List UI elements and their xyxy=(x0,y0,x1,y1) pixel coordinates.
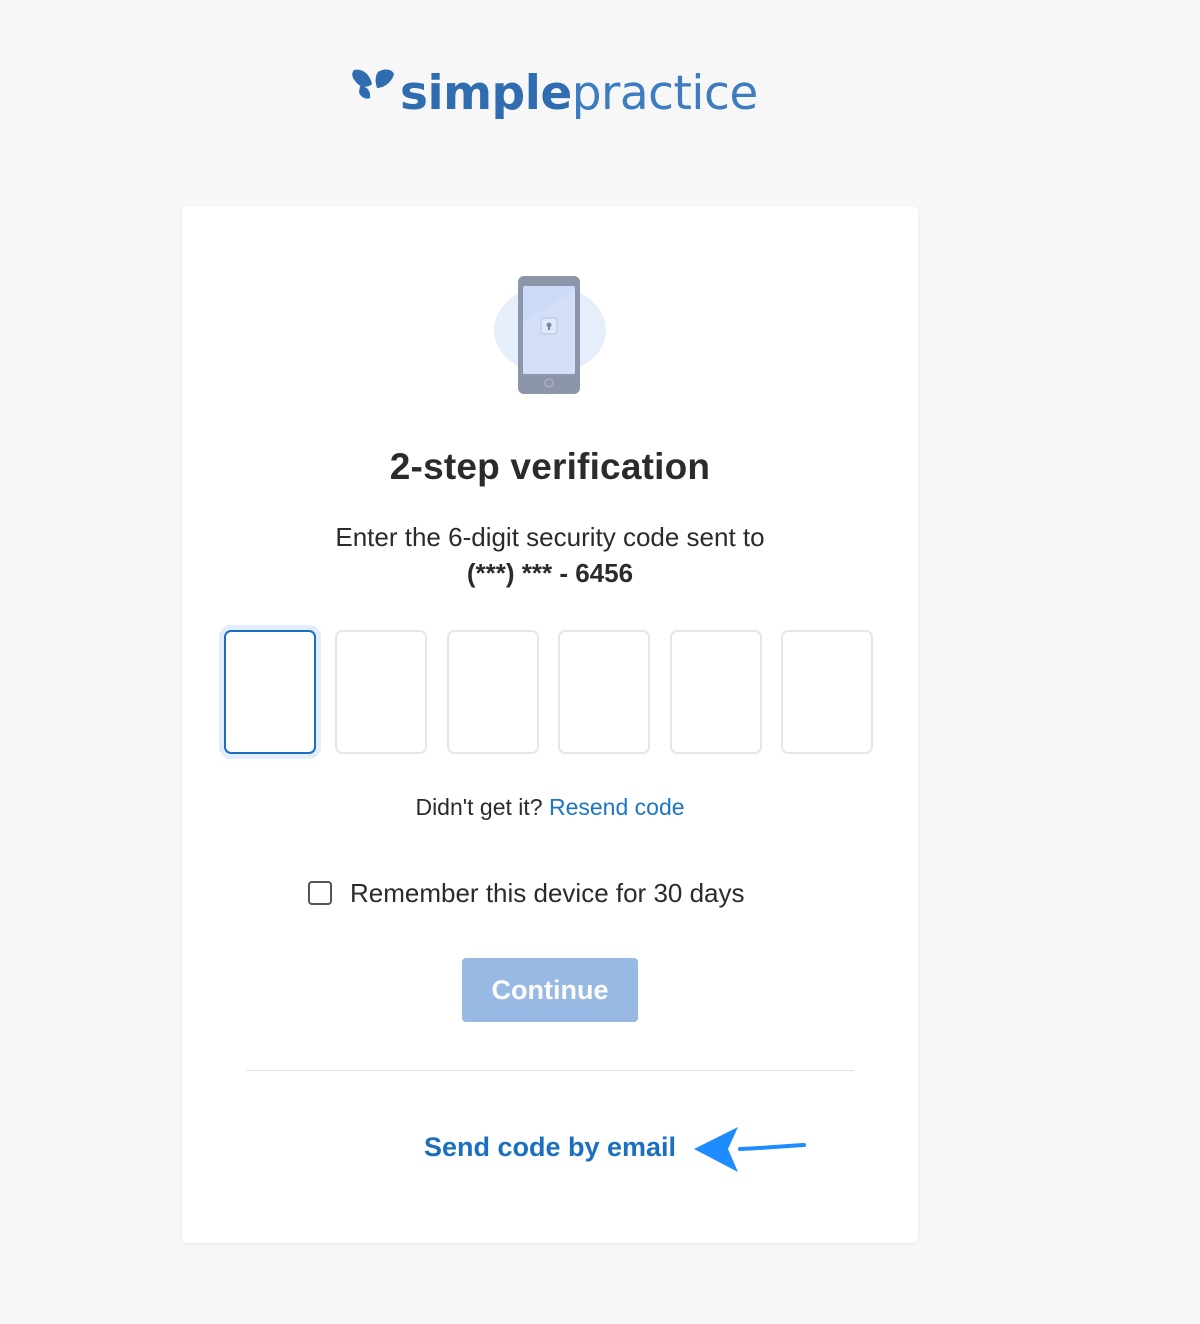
code-input-row xyxy=(218,624,888,764)
code-digit-1[interactable] xyxy=(224,630,316,754)
logo-word-simple: simple xyxy=(400,66,572,121)
logo-wordmark: simplepractice xyxy=(400,62,758,126)
resend-prompt: Didn't get it? xyxy=(415,794,543,820)
remember-device-label[interactable]: Remember this device for 30 days xyxy=(350,878,745,909)
resend-code-link[interactable]: Resend code xyxy=(549,794,685,820)
code-digit-3[interactable] xyxy=(447,630,539,754)
instruction-text: Enter the 6-digit security code sent to xyxy=(335,522,765,552)
divider xyxy=(246,1070,854,1071)
brand-logo: simplepractice xyxy=(348,62,758,126)
arrow-left-icon xyxy=(694,1127,806,1172)
remember-device-row[interactable]: Remember this device for 30 days xyxy=(308,876,745,910)
masked-phone-number: (***) *** - 6456 xyxy=(466,558,634,588)
code-digit-5[interactable] xyxy=(670,630,762,754)
code-digit-4[interactable] xyxy=(558,630,650,754)
logo-word-practice: practice xyxy=(571,66,759,121)
phone-lock-icon xyxy=(494,276,606,394)
continue-button[interactable]: Continue xyxy=(462,958,638,1022)
butterfly-icon xyxy=(352,69,394,99)
remember-device-checkbox[interactable] xyxy=(308,881,332,905)
code-digit-6[interactable] xyxy=(781,630,873,754)
verification-card: 2-step verification Enter the 6-digit se… xyxy=(182,206,918,1243)
resend-row: Didn't get it? Resend code xyxy=(182,794,918,821)
page-title: 2-step verification xyxy=(389,446,711,487)
code-digit-2[interactable] xyxy=(335,630,427,754)
